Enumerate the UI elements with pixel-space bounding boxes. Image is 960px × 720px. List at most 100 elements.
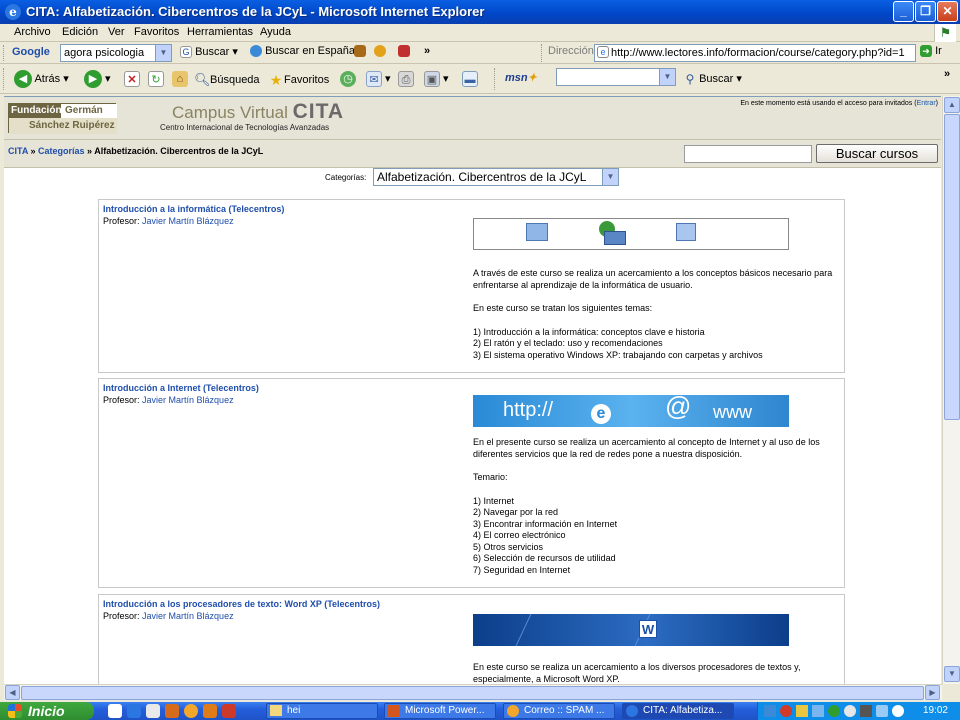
msn-logo[interactable]: msn✦ xyxy=(505,71,537,84)
breadcrumb-categories-link[interactable]: Categorías xyxy=(38,146,85,156)
quicklaunch-app-icon[interactable] xyxy=(203,704,217,718)
system-tray: 19:02 xyxy=(757,702,960,720)
menu-herramientas[interactable]: Herramientas xyxy=(187,26,253,38)
course-search-input[interactable] xyxy=(684,145,812,163)
msn-search-button[interactable]: ⚲ Buscar ▾ xyxy=(684,71,742,87)
autofill-icon[interactable] xyxy=(398,45,410,58)
google-search-input[interactable]: agora psicologia ▼ xyxy=(60,44,172,62)
home-button[interactable]: ⌂ xyxy=(172,71,188,87)
toolbar-separator xyxy=(494,68,495,90)
course-title-link[interactable]: Introducción a Internet (Telecentros) xyxy=(103,383,259,393)
menu-bar: Archivo Edición Ver Favoritos Herramient… xyxy=(0,24,960,42)
scroll-up-button[interactable]: ▲ xyxy=(944,97,960,113)
vertical-scrollbar[interactable]: ▲ ▼ xyxy=(942,96,960,684)
taskbar-button-powerpoint[interactable]: Microsoft Power... xyxy=(384,703,496,719)
menu-edicion[interactable]: Edición xyxy=(62,26,98,38)
scroll-down-button[interactable]: ▼ xyxy=(944,666,960,682)
title-bar: e CITA: Alfabetización. Cibercentros de … xyxy=(0,0,960,24)
favorites-button[interactable]: ★ Favoritos xyxy=(268,72,330,88)
hscroll-thumb[interactable] xyxy=(21,686,924,700)
msn-search-input[interactable]: ▼ xyxy=(556,68,676,86)
horizontal-scrollbar[interactable]: ◀ ▶ xyxy=(4,684,942,700)
breadcrumb-home-link[interactable]: CITA xyxy=(8,146,28,156)
teacher-link[interactable]: Javier Martín Blázquez xyxy=(142,611,234,621)
favorites-label: Favoritos xyxy=(284,73,330,86)
search-courses-button[interactable]: Buscar cursos xyxy=(816,144,938,163)
minimize-button[interactable]: _ xyxy=(893,1,914,22)
stop-button[interactable]: ✕ xyxy=(124,71,140,87)
toolbar-more-chevron[interactable]: » xyxy=(944,68,950,80)
scroll-left-button[interactable]: ◀ xyxy=(5,685,20,700)
toolbar-grip[interactable] xyxy=(3,68,6,90)
course-card: Introducción a Internet (Telecentros) Pr… xyxy=(98,378,845,588)
tray-network-icon[interactable] xyxy=(764,705,776,717)
course-description: En el presente curso se realiza un acerc… xyxy=(473,437,820,575)
chevron-down-icon[interactable]: ▼ xyxy=(602,169,618,185)
course-title-link[interactable]: Introducción a la informática (Telecentr… xyxy=(103,204,284,214)
menu-ayuda[interactable]: Ayuda xyxy=(260,26,291,38)
course-teacher: Profesor: Javier Martín Blázquez xyxy=(103,395,234,405)
chevron-down-icon[interactable]: ▼ xyxy=(659,69,675,85)
back-button[interactable]: ◀ Atrás ▾ xyxy=(14,70,69,88)
tray-antivirus-icon[interactable] xyxy=(780,705,792,717)
tray-display-icon[interactable] xyxy=(812,705,824,717)
taskbar-button-firefox[interactable]: Correo :: SPAM ... xyxy=(503,703,615,719)
tray-speaker-icon[interactable] xyxy=(860,705,872,717)
search-spain-button[interactable]: Buscar en España xyxy=(250,45,355,58)
menu-archivo[interactable]: Archivo xyxy=(14,26,51,38)
msn-butterfly-icon: ✦ xyxy=(527,72,537,84)
menu-ver[interactable]: Ver xyxy=(108,26,125,38)
refresh-button[interactable]: ↻ xyxy=(148,71,164,87)
search-button[interactable]: 🔍︎Búsqueda xyxy=(194,72,260,88)
tray-status-icon[interactable] xyxy=(892,705,904,717)
login-link[interactable]: Entrar xyxy=(917,100,936,107)
taskbar-button-ie[interactable]: CITA: Alfabetiza... xyxy=(622,703,734,719)
ie-app-icon[interactable]: e xyxy=(5,4,21,20)
ie-icon xyxy=(626,705,638,717)
logo-line-3: Sánchez Ruipérez xyxy=(9,118,117,134)
scroll-thumb[interactable] xyxy=(944,114,960,420)
history-button[interactable]: ◷ xyxy=(340,71,356,87)
maximize-button[interactable]: ❐ xyxy=(915,1,936,22)
quicklaunch-firefox-icon[interactable] xyxy=(184,704,198,718)
edit-button[interactable]: ▣ ▾ xyxy=(424,71,449,87)
messenger-button[interactable]: ▬ xyxy=(462,71,478,87)
toolbar-grip[interactable] xyxy=(3,45,6,61)
course-title-link[interactable]: Introducción a los procesadores de texto… xyxy=(103,599,380,609)
close-button[interactable]: ✕ xyxy=(937,1,958,22)
start-button[interactable]: Inicio xyxy=(0,702,94,720)
menu-favoritos[interactable]: Favoritos xyxy=(134,26,179,38)
address-bar[interactable]: e http://www.lectores.info/formacion/cou… xyxy=(594,44,916,62)
teacher-link[interactable]: Javier Martín Blázquez xyxy=(142,216,234,226)
folder-icon xyxy=(270,705,282,716)
popup-blocker-icon[interactable] xyxy=(374,45,386,58)
quicklaunch-app2-icon[interactable] xyxy=(222,704,236,718)
quicklaunch-media-icon[interactable] xyxy=(165,704,179,718)
network-computers-icon xyxy=(676,223,696,241)
google-search-label: Buscar xyxy=(195,46,230,58)
more-chevron[interactable]: » xyxy=(424,45,430,57)
go-button[interactable]: ➜ Ir xyxy=(920,45,942,58)
scroll-right-button[interactable]: ▶ xyxy=(925,685,940,700)
chevron-down-icon[interactable]: ▼ xyxy=(155,45,171,61)
windows-logo-icon xyxy=(8,704,22,718)
tray-app-icon[interactable] xyxy=(796,705,808,717)
quicklaunch-ie-icon[interactable] xyxy=(127,704,141,718)
page-rank-icon[interactable] xyxy=(354,45,366,58)
category-select[interactable]: Alfabetización. Cibercentros de la JCyL … xyxy=(373,168,619,186)
mail-button[interactable]: ✉ ▾ xyxy=(366,71,391,87)
google-search-button[interactable]: G Buscar ▾ xyxy=(180,45,238,59)
quicklaunch-outlook-icon[interactable] xyxy=(146,704,160,718)
tray-usb-icon[interactable] xyxy=(876,705,888,717)
google-logo[interactable]: Google xyxy=(12,46,50,58)
tray-update-icon[interactable] xyxy=(828,705,840,717)
teacher-link[interactable]: Javier Martín Blázquez xyxy=(142,395,234,405)
quicklaunch-desktop-icon[interactable] xyxy=(108,704,122,718)
tray-messenger-icon[interactable] xyxy=(844,705,856,717)
google-g-icon: G xyxy=(180,46,192,59)
fgsr-logo[interactable]: Fundación Germán Sánchez Ruipérez xyxy=(8,103,117,134)
print-button[interactable]: ⎙ xyxy=(398,71,414,87)
taskbar-button-hei[interactable]: hei xyxy=(266,703,378,719)
forward-button[interactable]: ▶ ▾ xyxy=(84,70,111,88)
go-arrow-icon: ➜ xyxy=(920,45,932,58)
